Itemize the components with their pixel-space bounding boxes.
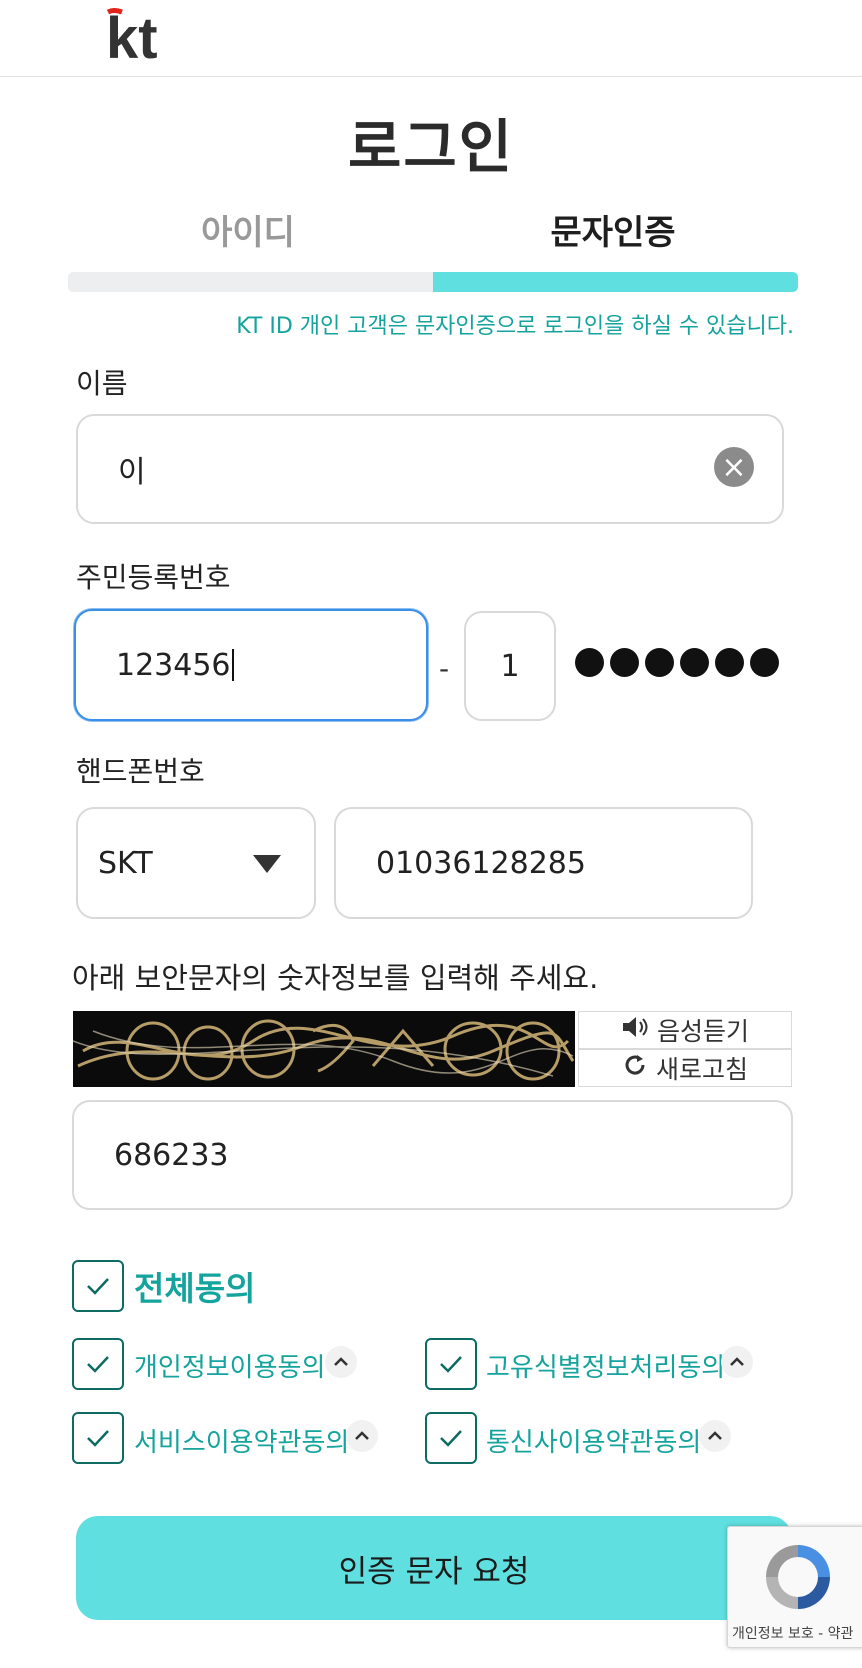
rrn-back-input[interactable]: 1 [464,611,556,721]
agree-carrier-terms-expand[interactable] [699,1420,731,1452]
masked-digit-dot [680,648,709,677]
captcha-image [73,1011,575,1087]
speaker-icon [621,1015,649,1045]
login-page: kt 로그인 아이디 문자인증 KT ID 개인 고객은 문자인증으로 로그인을… [0,0,862,1668]
tab-sms-auth[interactable]: 문자인증 [433,205,793,254]
captcha-input[interactable]: 686233 [72,1100,793,1210]
captcha-refresh-label: 새로고침 [655,1055,748,1084]
clear-name-button[interactable]: × [714,447,754,487]
rrn-masked-digits [575,648,779,677]
close-icon: × [721,449,747,485]
recaptcha-badge[interactable]: 개인정보 보호 - 약관 [727,1526,862,1648]
masked-digit-dot [645,648,674,677]
agree-service-terms-expand[interactable] [346,1420,378,1452]
checkmark-icon [87,1356,109,1373]
agree-service-terms-checkbox[interactable] [72,1412,124,1464]
text-cursor [231,649,234,681]
logo-text: kt [106,8,158,68]
header: kt [0,0,862,77]
masked-digit-dot [750,648,779,677]
checkmark-icon [87,1430,109,1447]
tab-progress-fill [433,272,798,292]
agree-service-terms-label: 서비스이용약관동의 [134,1428,350,1458]
kt-logo[interactable]: kt [106,8,172,68]
agree-unique-id-checkbox[interactable] [425,1338,477,1390]
rrn-label: 주민등록번호 [76,561,231,594]
login-notice: KT ID 개인 고객은 문자인증으로 로그인을 하실 수 있습니다. [236,314,794,339]
captcha-listen-button[interactable]: 음성듣기 [578,1011,792,1049]
phone-label: 핸드폰번호 [76,755,205,788]
rrn-front-value: 123456 [116,647,231,683]
chevron-up-icon [355,1431,369,1440]
chevron-up-icon [334,1357,348,1366]
chevron-up-icon [708,1431,722,1440]
phone-number-input[interactable]: 01036128285 [334,807,753,919]
name-label: 이름 [76,367,128,400]
refresh-icon [622,1052,648,1084]
masked-digit-dot [715,648,744,677]
phone-number-value: 01036128285 [376,845,586,881]
recaptcha-icon [766,1545,830,1609]
checkmark-icon [440,1356,462,1373]
rrn-separator: - [439,652,450,685]
agree-privacy-label: 개인정보이용동의 [134,1353,326,1383]
captcha-instruction: 아래 보안문자의 숫자정보를 입력해 주세요. [72,961,599,995]
tab-progress-bar [68,272,798,292]
masked-digit-dot [575,648,604,677]
tab-id[interactable]: 아이디 [68,205,428,254]
agree-privacy-expand[interactable] [325,1346,357,1378]
rrn-front-input[interactable]: 123456 [74,609,428,721]
masked-digit-dot [610,648,639,677]
agree-carrier-terms-checkbox[interactable] [425,1412,477,1464]
name-input-value: 이 [118,455,146,490]
captcha-listen-label: 음성듣기 [656,1017,749,1046]
page-title: 로그인 [347,113,515,181]
captcha-graphic [73,1019,575,1081]
checkmark-icon [440,1430,462,1447]
agree-unique-id-label: 고유식별정보처리동의 [486,1353,726,1383]
recaptcha-links[interactable]: 개인정보 보호 - 약관 [732,1623,853,1643]
carrier-select-value: SKT [98,845,153,881]
chevron-up-icon [730,1357,744,1366]
captcha-input-value: 686233 [114,1137,229,1173]
agree-privacy-checkbox[interactable] [72,1338,124,1390]
checkmark-icon [87,1278,109,1295]
name-input[interactable]: 이 × [76,414,784,524]
agree-all-label: 전체동의 [134,1269,256,1308]
chevron-down-icon [253,855,281,873]
rrn-back-first-digit: 1 [500,648,520,684]
agree-carrier-terms-label: 통신사이용약관동의 [486,1428,702,1458]
agree-unique-id-expand[interactable] [721,1346,753,1378]
captcha-refresh-button[interactable]: 새로고침 [578,1049,792,1087]
logo-accent [106,8,123,15]
request-sms-button[interactable]: 인증 문자 요청 [76,1516,792,1620]
agree-all-checkbox[interactable] [72,1260,124,1312]
